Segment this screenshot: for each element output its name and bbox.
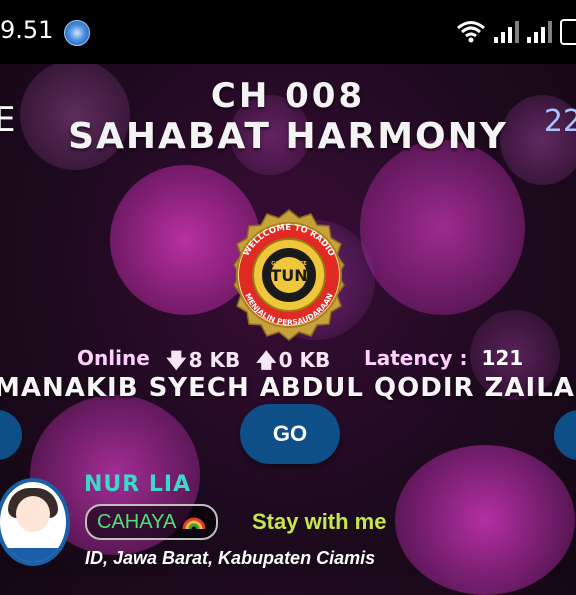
signal-icon: [494, 21, 519, 43]
background-bokeh: [360, 140, 525, 315]
online-label: Online: [77, 346, 150, 370]
channel-number: CH 008: [210, 76, 366, 116]
status-time: 9.51: [0, 16, 54, 44]
signal-icon: [527, 21, 552, 43]
now-playing-marquee: MANAKIB SYECH ABDUL QODIR ZAILA: [0, 373, 575, 403]
previous-button[interactable]: [0, 410, 22, 460]
station-logo[interactable]: WELLCOME TO RADIO MENJALIN PERSAUDARAAN …: [222, 208, 356, 342]
battery-icon: [560, 19, 576, 45]
tag-badge: CAHAYA: [85, 504, 219, 540]
tagline: Stay with me: [252, 509, 387, 534]
next-button[interactable]: [554, 410, 576, 460]
logo-ring-text: GOOD VOICE: [271, 261, 307, 267]
avatar-band: [0, 548, 66, 562]
status-icons: [456, 18, 576, 46]
latency-stat: Latency : 121: [364, 346, 523, 370]
app-icon: [64, 20, 90, 46]
logo-center-text: TUN: [270, 266, 307, 285]
rainbow-icon: [182, 517, 206, 530]
latency-label: Latency :: [364, 346, 468, 370]
dj-name: NUR LIA: [84, 472, 192, 497]
status-bar: 9.51: [0, 0, 576, 64]
avatar-face: [16, 496, 50, 532]
avatar[interactable]: [0, 478, 70, 566]
wifi-icon: [457, 21, 485, 43]
upload-value: 0 KB: [278, 348, 331, 372]
go-button[interactable]: GO: [240, 404, 340, 464]
download-value: 8 KB: [188, 348, 241, 372]
latency-value: 121: [481, 346, 524, 370]
background-bokeh: [395, 445, 575, 595]
stats-row: Online 🡇 8 KB 🡅 0 KB Latency :121: [0, 346, 576, 372]
station-name: SAHABAT HARMONY: [68, 116, 508, 157]
location-text: ID, Jawa Barat, Kabupaten Ciamis: [85, 548, 376, 568]
tag-label: CAHAYA: [97, 510, 177, 533]
